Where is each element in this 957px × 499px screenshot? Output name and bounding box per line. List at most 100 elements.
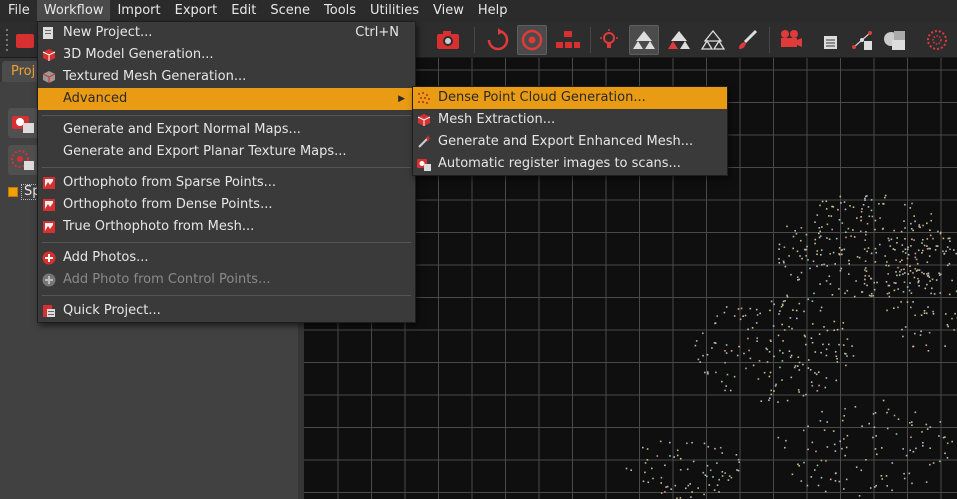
point-cloud-point — [915, 270, 918, 272]
menu-edit[interactable]: Edit — [224, 0, 263, 22]
point-cloud-point — [935, 279, 938, 281]
paint-brush-icon[interactable] — [733, 25, 763, 55]
point-cloud-point — [824, 490, 827, 493]
point-cloud-point — [911, 424, 913, 426]
point-cloud-point — [809, 369, 812, 371]
hierarchy-icon[interactable] — [553, 25, 583, 55]
path-nodes-icon[interactable] — [847, 25, 877, 55]
menu-item-quick-project[interactable]: Quick Project... — [38, 300, 415, 322]
point-cloud-point — [706, 475, 708, 478]
menu-item-3d-model-generation[interactable]: 3D Model Generation... — [38, 44, 415, 66]
point-cloud-point — [838, 219, 841, 221]
solid-shading-icon[interactable] — [629, 25, 659, 55]
point-cloud-point — [845, 231, 847, 233]
textured-shading-icon[interactable] — [664, 25, 694, 55]
point-cloud-point — [733, 315, 736, 317]
point-cloud-point — [902, 335, 904, 338]
point-cloud-point — [660, 492, 663, 494]
menu-item-add-photos[interactable]: Add Photos... — [38, 247, 415, 269]
point-cloud-point — [902, 250, 904, 253]
point-cloud-point — [914, 268, 917, 270]
point-cloud-point — [815, 373, 818, 376]
point-cloud-point — [922, 249, 924, 252]
add-camera-icon[interactable] — [8, 108, 38, 138]
point-cloud-point — [845, 353, 847, 355]
menu-item-dense-point-cloud[interactable]: Dense Point Cloud Generation... — [413, 87, 727, 109]
point-cloud-point — [853, 236, 856, 238]
point-cloud-point — [646, 459, 649, 461]
point-cloud-point — [919, 334, 922, 336]
shortcut-label: Ctrl+N — [355, 25, 399, 40]
point-cloud-point — [781, 379, 783, 381]
target-orbit-icon[interactable] — [517, 25, 547, 55]
menu-import[interactable]: Import — [110, 0, 167, 22]
menu-scene[interactable]: Scene — [263, 0, 317, 22]
point-cloud-point — [839, 195, 842, 198]
point-cloud-point — [906, 264, 908, 266]
menu-item-advanced[interactable]: Advanced ▶ — [38, 88, 415, 110]
menu-item-add-photo-control-points[interactable]: Add Photo from Control Points... — [38, 269, 415, 291]
orbit-rotate-icon[interactable] — [483, 25, 513, 55]
menu-item-auto-register-scans[interactable]: Automatic register images to scans... — [413, 153, 727, 175]
light-bulb-icon[interactable] — [594, 25, 624, 55]
menu-separator — [42, 242, 411, 243]
point-cloud-point — [719, 446, 722, 449]
menu-item-mesh-extraction[interactable]: Mesh Extraction... — [413, 109, 727, 131]
menu-view[interactable]: View — [426, 0, 471, 22]
point-cloud-point — [907, 246, 909, 249]
point-cloud-point — [909, 422, 911, 424]
menu-item-new-project[interactable]: New Project... Ctrl+N — [38, 22, 415, 44]
menu-item-enhanced-mesh[interactable]: Generate and Export Enhanced Mesh... — [413, 131, 727, 153]
point-cloud-point — [903, 268, 905, 271]
point-cloud-point — [868, 294, 871, 297]
menu-export[interactable]: Export — [168, 0, 225, 22]
movie-camera-icon[interactable] — [775, 25, 805, 55]
point-cloud-point — [946, 324, 949, 326]
sphere-grid-icon[interactable] — [922, 25, 952, 55]
point-cloud-point — [794, 230, 796, 232]
menu-workflow[interactable]: Workflow — [36, 0, 111, 22]
stack-layers-icon[interactable] — [880, 25, 910, 55]
scan-settings-icon[interactable] — [8, 145, 38, 175]
point-cloud-point — [866, 222, 869, 225]
point-cloud-point — [926, 283, 928, 286]
document-list-icon[interactable] — [813, 25, 843, 55]
menu-help[interactable]: Help — [471, 0, 515, 22]
wireframe-shading-icon[interactable] — [698, 25, 728, 55]
point-cloud-point — [933, 293, 936, 295]
new-project-icon[interactable] — [12, 25, 38, 55]
point-cloud-point — [792, 247, 794, 250]
point-cloud-point — [864, 269, 866, 271]
point-cloud-point — [853, 295, 856, 298]
point-cloud-point — [909, 265, 911, 267]
menu-file[interactable]: File — [0, 0, 37, 22]
point-cloud-point — [835, 472, 837, 474]
camera-photo-icon[interactable] — [433, 25, 463, 55]
point-cloud-point — [838, 253, 841, 256]
point-cloud-point — [823, 326, 825, 328]
point-cloud-point — [855, 466, 858, 468]
point-cloud-point — [923, 310, 926, 312]
menu-item-normal-maps[interactable]: Generate and Export Normal Maps... — [38, 119, 415, 141]
point-cloud-point — [927, 306, 929, 308]
menu-item-true-orthophoto[interactable]: True Orthophoto from Mesh... — [38, 216, 415, 238]
point-cloud-point — [789, 317, 792, 319]
point-cloud-point — [691, 491, 693, 493]
point-cloud-point — [791, 473, 794, 476]
point-cloud-point — [845, 478, 848, 481]
menu-item-ortho-sparse[interactable]: Orthophoto from Sparse Points... — [38, 172, 415, 194]
menu-tools[interactable]: Tools — [317, 0, 363, 22]
point-cloud-point — [760, 400, 763, 402]
point-cloud-point — [932, 462, 935, 464]
menu-utilities[interactable]: Utilities — [363, 0, 426, 22]
point-cloud-point — [779, 310, 781, 312]
point-cloud-point — [814, 238, 817, 241]
point-cloud-point — [676, 454, 679, 457]
menu-item-ortho-dense[interactable]: Orthophoto from Dense Points... — [38, 194, 415, 216]
point-cloud-point — [803, 429, 805, 432]
point-cloud-point — [920, 314, 923, 316]
point-cloud-point — [903, 220, 905, 222]
point-cloud-point — [772, 325, 775, 327]
menu-item-planar-texture-maps[interactable]: Generate and Export Planar Texture Maps.… — [38, 141, 415, 163]
menu-item-textured-mesh[interactable]: Textured Mesh Generation... — [38, 66, 415, 88]
